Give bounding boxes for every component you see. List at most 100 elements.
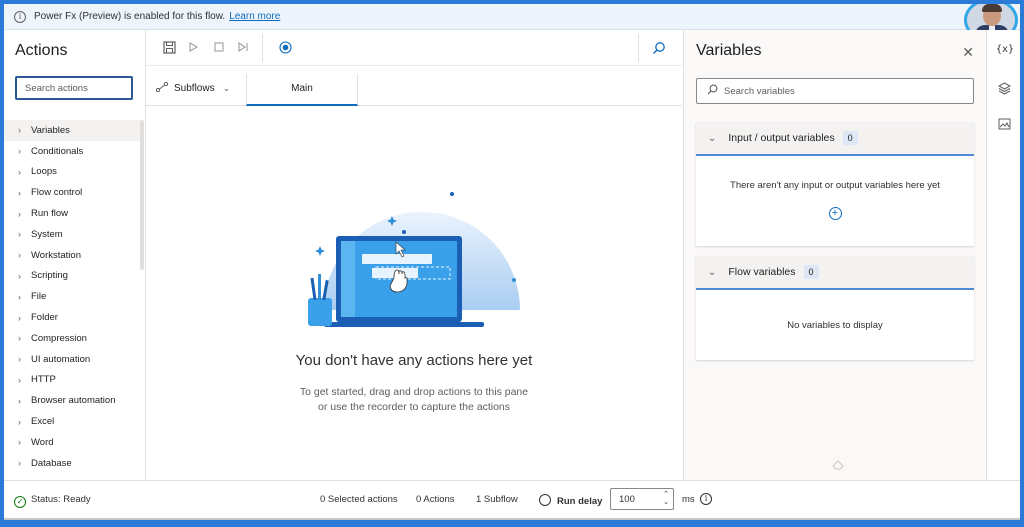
action-category-label: Word bbox=[31, 436, 54, 448]
chevron-right-icon: › bbox=[18, 229, 21, 240]
action-category-list: › Variables › Conditionals › Loops › Flow contr… bbox=[4, 120, 140, 474]
action-category-label: Database bbox=[31, 457, 72, 469]
action-category-loops[interactable]: › Loops bbox=[4, 162, 140, 183]
subflows-dropdown[interactable]: Subflows ⌄ bbox=[155, 81, 231, 95]
subflows-icon bbox=[155, 81, 169, 95]
action-category-label: Run flow bbox=[31, 208, 68, 220]
save-icon[interactable] bbox=[162, 41, 176, 55]
action-category-variables[interactable]: › Variables bbox=[4, 120, 140, 141]
actions-title: Actions bbox=[15, 42, 68, 59]
action-category-workstation[interactable]: › Workstation bbox=[4, 245, 140, 266]
eraser-icon[interactable] bbox=[832, 460, 844, 473]
action-category-excel[interactable]: › Excel bbox=[4, 411, 140, 432]
empty-state-subtitle: To get started, drag and drop actions to… bbox=[146, 385, 682, 415]
banner-text: Power Fx (Preview) is enabled for this f… bbox=[34, 11, 226, 22]
empty-state-illustration bbox=[308, 190, 520, 327]
action-category-label: HTTP bbox=[31, 374, 56, 386]
close-icon[interactable]: ✕ bbox=[962, 44, 974, 61]
info-icon: i bbox=[14, 10, 26, 23]
run-delay-label: Run delay bbox=[539, 494, 602, 507]
empty-state-line1: To get started, drag and drop actions to… bbox=[299, 386, 529, 398]
action-category-label: UI automation bbox=[31, 353, 91, 365]
chevron-right-icon: › bbox=[18, 437, 21, 448]
action-category-label: Flow control bbox=[31, 187, 83, 199]
stop-icon[interactable] bbox=[212, 41, 226, 55]
layers-icon[interactable] bbox=[996, 82, 1012, 98]
check-icon: ✓ bbox=[14, 496, 26, 508]
learn-more-link[interactable]: Learn more bbox=[229, 11, 280, 22]
record-icon[interactable] bbox=[278, 41, 292, 55]
chevron-right-icon: › bbox=[18, 166, 21, 177]
actions-count: 0 Actions bbox=[416, 494, 455, 505]
action-category-http[interactable]: › HTTP bbox=[4, 370, 140, 391]
add-variable-icon[interactable]: + bbox=[828, 207, 842, 220]
variables-title: Variables bbox=[696, 42, 762, 59]
action-category-flow-control[interactable]: › Flow control bbox=[4, 182, 140, 203]
action-category-scripting[interactable]: › Scripting bbox=[4, 266, 140, 287]
action-category-conditionals[interactable]: › Conditionals bbox=[4, 141, 140, 162]
powerfx-banner: i Power Fx (Preview) is enabled for this… bbox=[4, 4, 1020, 30]
action-category-label: Compression bbox=[31, 332, 87, 344]
chevron-right-icon: › bbox=[18, 395, 21, 406]
designer-toolbar bbox=[146, 30, 682, 66]
action-category-label: Excel bbox=[31, 416, 55, 428]
chevron-right-icon: › bbox=[18, 270, 21, 281]
input-output-empty-text: There aren't any input or output variabl… bbox=[730, 180, 940, 191]
action-category-browser-automation[interactable]: › Browser automation bbox=[4, 390, 140, 411]
action-category-database[interactable]: › Database bbox=[4, 453, 140, 474]
images-icon[interactable] bbox=[996, 118, 1012, 134]
action-category-file[interactable]: › File bbox=[4, 286, 140, 307]
app-window: i Power Fx (Preview) is enabled for this… bbox=[4, 4, 1020, 520]
chevron-right-icon: › bbox=[18, 416, 21, 427]
action-category-compression[interactable]: › Compression bbox=[4, 328, 140, 349]
input-output-variables-header[interactable]: ⌄ Input / output variables 0 bbox=[696, 122, 974, 156]
chevron-right-icon: › bbox=[18, 208, 21, 219]
input-output-variables-section: ⌄ Input / output variables 0 There aren'… bbox=[696, 122, 974, 246]
search-variables-input[interactable] bbox=[724, 85, 964, 97]
action-category-label: Browser automation bbox=[31, 395, 116, 407]
action-category-folder[interactable]: › Folder bbox=[4, 307, 140, 328]
tab-main[interactable]: Main bbox=[246, 74, 358, 106]
search-icon bbox=[707, 84, 718, 98]
empty-state-line2: or use the recorder to capture the actio… bbox=[317, 401, 511, 413]
flow-variables-section: ⌄ Flow variables 0 No variables to displ… bbox=[696, 256, 974, 360]
search-variables-box[interactable] bbox=[696, 78, 974, 104]
empty-state-title: You don't have any actions here yet bbox=[295, 352, 533, 369]
chevron-right-icon: › bbox=[18, 374, 21, 385]
input-output-count-badge: 0 bbox=[842, 131, 858, 145]
flow-variables-empty-text: No variables to display bbox=[787, 320, 883, 331]
subflows-label: Subflows bbox=[174, 83, 215, 94]
flow-variables-title: Flow variables bbox=[728, 266, 796, 278]
run-delay-input[interactable]: 100 ⌃ ⌄ bbox=[610, 488, 674, 510]
status-bar: ✓ Status: Ready 0 Selected actions 0 Acti… bbox=[4, 480, 1020, 518]
info-icon[interactable]: i bbox=[700, 493, 712, 505]
chevron-right-icon: › bbox=[18, 333, 21, 344]
chevron-down-icon: ⌄ bbox=[708, 132, 717, 144]
action-category-label: Variables bbox=[31, 124, 70, 136]
next-step-icon[interactable] bbox=[236, 41, 250, 55]
variables-toggle-icon[interactable]: {x} bbox=[996, 44, 1014, 60]
chevron-right-icon: › bbox=[18, 354, 21, 365]
flow-designer: Subflows ⌄ Main You don't have any actio… bbox=[146, 30, 682, 480]
selected-actions-count: 0 Selected actions bbox=[320, 494, 398, 505]
variables-pane: Variables ✕ ⌄ Input / output variables 0… bbox=[683, 30, 986, 480]
action-category-run-flow[interactable]: › Run flow bbox=[4, 203, 140, 224]
chevron-down-icon: ⌄ bbox=[708, 266, 717, 278]
chevron-right-icon: › bbox=[18, 187, 21, 198]
action-category-system[interactable]: › System bbox=[4, 224, 140, 245]
spinner-icon[interactable]: ⌃ ⌄ bbox=[663, 491, 669, 507]
side-rail: {x} bbox=[986, 30, 1020, 480]
action-category-word[interactable]: › Word bbox=[4, 432, 140, 453]
run-icon[interactable] bbox=[186, 41, 200, 55]
subflow-count: 1 Subflow bbox=[476, 494, 518, 505]
chevron-right-icon: › bbox=[18, 146, 21, 157]
action-category-label: Loops bbox=[31, 166, 57, 178]
action-category-label: Folder bbox=[31, 312, 58, 324]
flow-variables-header[interactable]: ⌄ Flow variables 0 bbox=[696, 256, 974, 290]
actions-scrollbar[interactable] bbox=[140, 120, 144, 270]
action-category-ui-automation[interactable]: › UI automation bbox=[4, 349, 140, 370]
chevron-down-icon: ⌄ bbox=[222, 83, 231, 93]
find-icon[interactable] bbox=[652, 41, 666, 55]
search-actions-input[interactable] bbox=[15, 76, 133, 100]
action-category-label: File bbox=[31, 291, 47, 303]
